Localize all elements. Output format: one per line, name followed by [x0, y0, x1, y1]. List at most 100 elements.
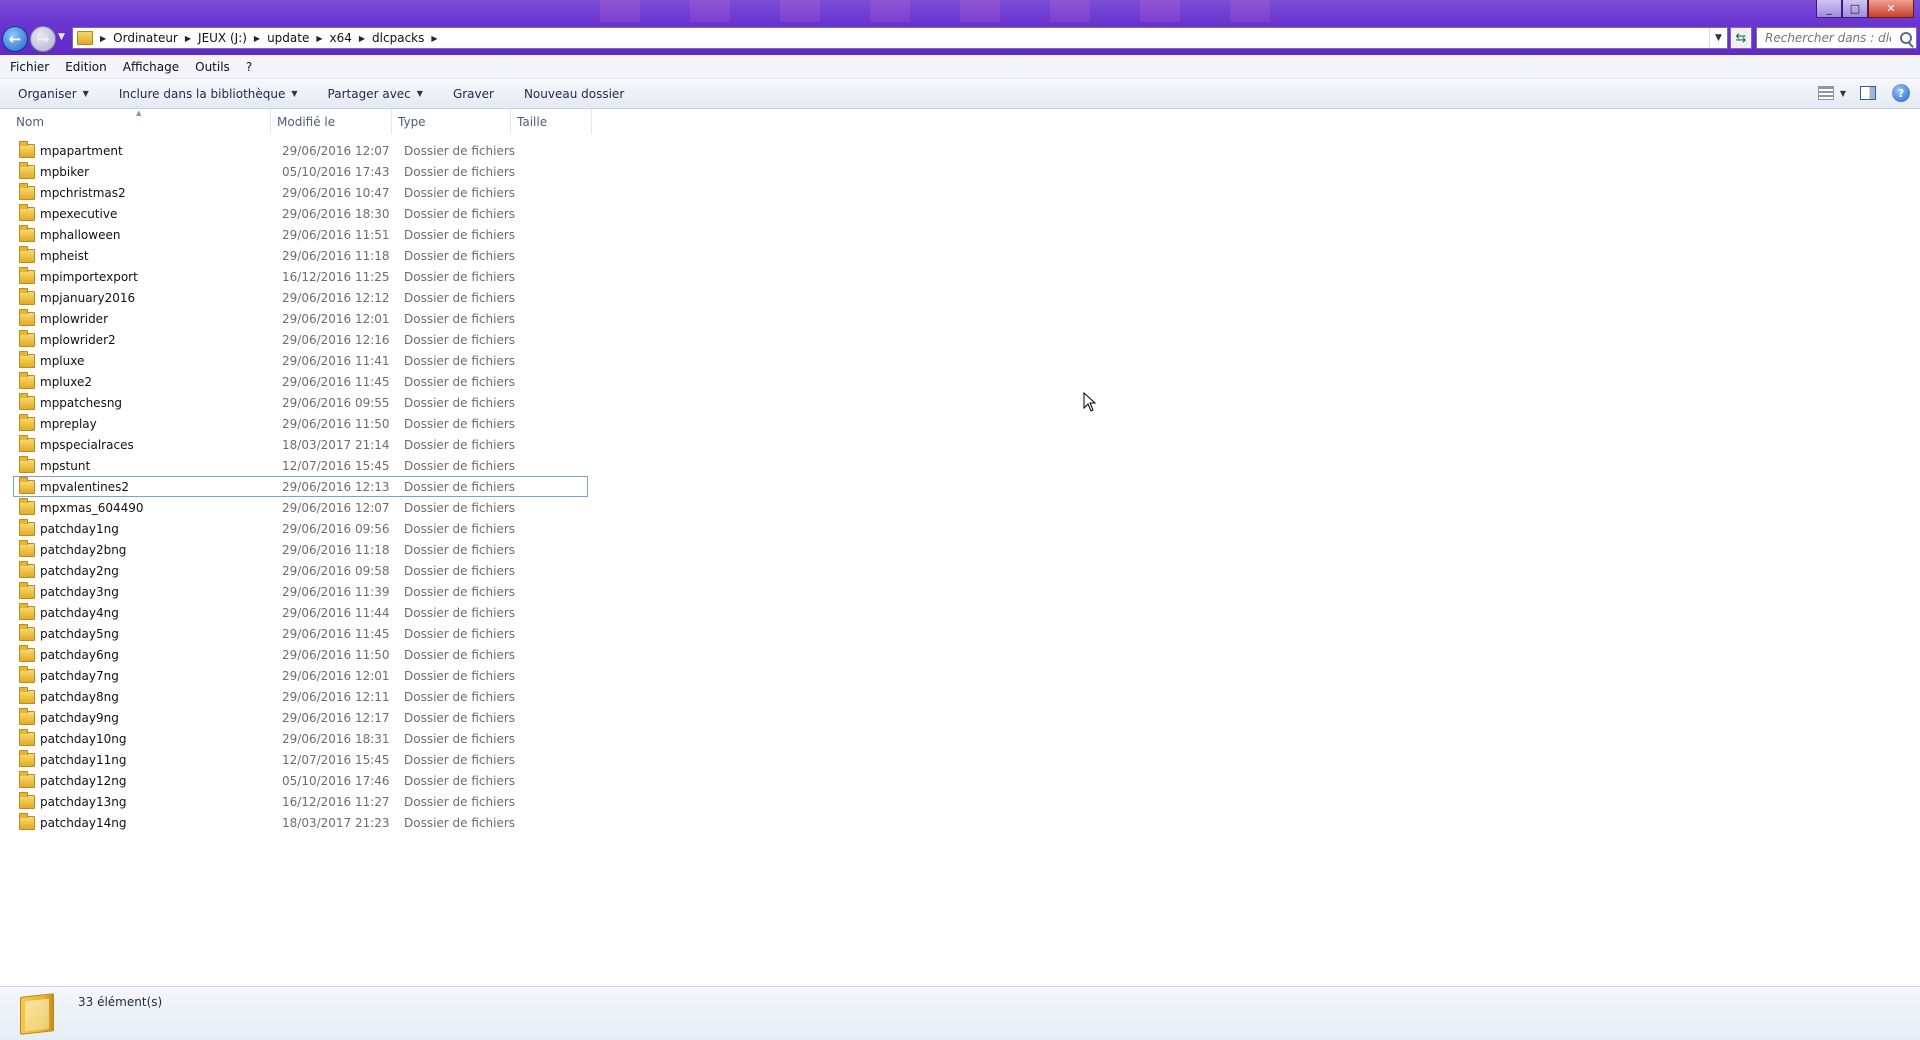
file-row[interactable]: mpexecutive 29/06/2016 18:30 Dossier de fi… [13, 203, 588, 224]
file-name[interactable]: patchday10ng [40, 732, 280, 746]
crumb-arrow-icon[interactable]: ▶ [431, 34, 437, 43]
file-row[interactable]: mphalloween 29/06/2016 11:51 Dossier de fi… [13, 224, 588, 245]
file-row[interactable]: mpchristmas2 29/06/2016 10:47 Dossier de f… [13, 182, 588, 203]
file-row[interactable]: mpbiker 05/10/2016 17:43 Dossier de fichie… [13, 161, 588, 182]
menu-help[interactable]: ? [240, 60, 258, 74]
file-name[interactable]: mpreplay [40, 417, 280, 431]
file-name[interactable]: mpluxe [40, 354, 280, 368]
menu-fichier[interactable]: Fichier [4, 60, 55, 74]
crumb-arrow-icon[interactable]: ▶ [185, 34, 191, 43]
crumb-arrow-icon[interactable]: ▶ [100, 34, 106, 43]
file-name[interactable]: mpheist [40, 249, 280, 263]
file-row[interactable]: mpstunt 12/07/2016 15:45 Dossier de fichie… [13, 455, 588, 476]
file-name[interactable]: mpchristmas2 [40, 186, 280, 200]
file-row[interactable]: mpspecialraces 18/03/2017 21:14 Dossier de… [13, 434, 588, 455]
close-button[interactable]: ✕ [1868, 0, 1914, 18]
crumb-arrow-icon[interactable]: ▶ [359, 34, 365, 43]
column-header-name[interactable]: ▲ Nom [0, 109, 271, 134]
file-row[interactable]: patchday14ng 18/03/2017 21:23 Dossier de f… [13, 812, 588, 833]
column-header-type[interactable]: Type [392, 109, 511, 134]
file-row[interactable]: mpvalentines2 29/06/2016 12:13 Dossier de … [13, 476, 588, 497]
file-row[interactable]: mpluxe2 29/06/2016 11:45 Dossier de fichie… [13, 371, 588, 392]
organiser-button[interactable]: Organiser ▼ [10, 87, 97, 101]
share-with-button[interactable]: Partager avec ▼ [320, 87, 431, 101]
minimize-button[interactable]: _ [1816, 0, 1842, 18]
refresh-button[interactable]: ⇆ [1730, 27, 1752, 49]
file-row[interactable]: patchday3ng 29/06/2016 11:39 Dossier de fi… [13, 581, 588, 602]
recent-pages-dropdown[interactable]: ▼ [58, 32, 68, 46]
crumb-arrow-icon[interactable]: ▶ [254, 34, 260, 43]
search-input[interactable] [1763, 30, 1893, 46]
file-name[interactable]: patchday4ng [40, 606, 280, 620]
breadcrumb-drive[interactable]: JEUX (J:) [198, 31, 247, 45]
file-name[interactable]: patchday13ng [40, 795, 280, 809]
menu-edition[interactable]: Edition [59, 60, 113, 74]
column-header-size[interactable]: Taille [511, 109, 592, 134]
file-name[interactable]: mphalloween [40, 228, 280, 242]
file-row[interactable]: patchday10ng 29/06/2016 18:31 Dossier de f… [13, 728, 588, 749]
file-row[interactable]: mplowrider2 29/06/2016 12:16 Dossier de fi… [13, 329, 588, 350]
breadcrumb-update[interactable]: update [267, 31, 309, 45]
file-name[interactable]: mpvalentines2 [40, 480, 280, 494]
breadcrumb-ordinateur[interactable]: Ordinateur [113, 31, 178, 45]
file-row[interactable]: patchday4ng 29/06/2016 11:44 Dossier de fi… [13, 602, 588, 623]
preview-pane-icon[interactable] [1860, 86, 1876, 100]
file-name[interactable]: mpexecutive [40, 207, 280, 221]
file-name[interactable]: patchday6ng [40, 648, 280, 662]
file-name[interactable]: patchday7ng [40, 669, 280, 683]
search-icon[interactable] [1900, 32, 1912, 44]
file-row[interactable]: patchday6ng 29/06/2016 11:50 Dossier de fi… [13, 644, 588, 665]
file-row[interactable]: patchday8ng 29/06/2016 12:11 Dossier de fi… [13, 686, 588, 707]
file-name[interactable]: mpstunt [40, 459, 280, 473]
file-row[interactable]: patchday11ng 12/07/2016 15:45 Dossier de f… [13, 749, 588, 770]
file-name[interactable]: patchday2bng [40, 543, 280, 557]
file-name[interactable]: mpxmas_604490 [40, 501, 280, 515]
menu-affichage[interactable]: Affichage [117, 60, 185, 74]
file-name[interactable]: patchday11ng [40, 753, 280, 767]
burn-button[interactable]: Graver [445, 87, 502, 101]
file-name[interactable]: mpbiker [40, 165, 280, 179]
column-header-modified[interactable]: Modifié le [271, 109, 392, 134]
file-name[interactable]: patchday1ng [40, 522, 280, 536]
view-mode-dropdown-icon[interactable]: ▼ [1840, 89, 1846, 98]
view-mode-icon[interactable] [1817, 86, 1834, 100]
include-library-button[interactable]: Inclure dans la bibliothèque ▼ [111, 87, 306, 101]
back-button[interactable]: ← [2, 26, 28, 52]
file-name[interactable]: mpapartment [40, 144, 280, 158]
file-name[interactable]: mpluxe2 [40, 375, 280, 389]
file-row[interactable]: patchday12ng 05/10/2016 17:46 Dossier de f… [13, 770, 588, 791]
help-icon[interactable]: ? [1892, 84, 1910, 102]
file-name[interactable]: patchday5ng [40, 627, 280, 641]
file-row[interactable]: mpimportexport 16/12/2016 11:25 Dossier de… [13, 266, 588, 287]
file-row[interactable]: patchday5ng 29/06/2016 11:45 Dossier de fi… [13, 623, 588, 644]
breadcrumb-dlcpacks[interactable]: dlcpacks [372, 31, 424, 45]
file-row[interactable]: patchday2ng 29/06/2016 09:58 Dossier de fi… [13, 560, 588, 581]
file-name[interactable]: mpimportexport [40, 270, 280, 284]
file-row[interactable]: mpluxe 29/06/2016 11:41 Dossier de fichier… [13, 350, 588, 371]
file-row[interactable]: patchday7ng 29/06/2016 12:01 Dossier de fi… [13, 665, 588, 686]
file-name[interactable]: patchday12ng [40, 774, 280, 788]
address-history-dropdown[interactable]: ▼ [1709, 28, 1727, 48]
file-name[interactable]: patchday3ng [40, 585, 280, 599]
file-row[interactable]: mpheist 29/06/2016 11:18 Dossier de fichie… [13, 245, 588, 266]
new-folder-button[interactable]: Nouveau dossier [516, 87, 632, 101]
menu-outils[interactable]: Outils [189, 60, 236, 74]
file-name[interactable]: mpspecialraces [40, 438, 280, 452]
file-row[interactable]: patchday9ng 29/06/2016 12:17 Dossier de fi… [13, 707, 588, 728]
file-name[interactable]: mpjanuary2016 [40, 291, 280, 305]
file-row[interactable]: patchday13ng 16/12/2016 11:27 Dossier de f… [13, 791, 588, 812]
file-name[interactable]: patchday14ng [40, 816, 280, 830]
file-list[interactable]: mpapartment 29/06/2016 12:07 Dossier de fi… [0, 140, 1920, 985]
file-name[interactable]: patchday9ng [40, 711, 280, 725]
file-name[interactable]: patchday8ng [40, 690, 280, 704]
file-row[interactable]: mppatchesng 29/06/2016 09:55 Dossier de fi… [13, 392, 588, 413]
breadcrumb-x64[interactable]: x64 [330, 31, 352, 45]
file-name[interactable]: mppatchesng [40, 396, 280, 410]
file-row[interactable]: mpapartment 29/06/2016 12:07 Dossier de fi… [13, 140, 588, 161]
search-box[interactable] [1756, 27, 1917, 49]
file-name[interactable]: mplowrider [40, 312, 280, 326]
file-row[interactable]: patchday2bng 29/06/2016 11:18 Dossier de f… [13, 539, 588, 560]
file-row[interactable]: mpjanuary2016 29/06/2016 12:12 Dossier de … [13, 287, 588, 308]
crumb-arrow-icon[interactable]: ▶ [316, 34, 322, 43]
file-name[interactable]: patchday2ng [40, 564, 280, 578]
